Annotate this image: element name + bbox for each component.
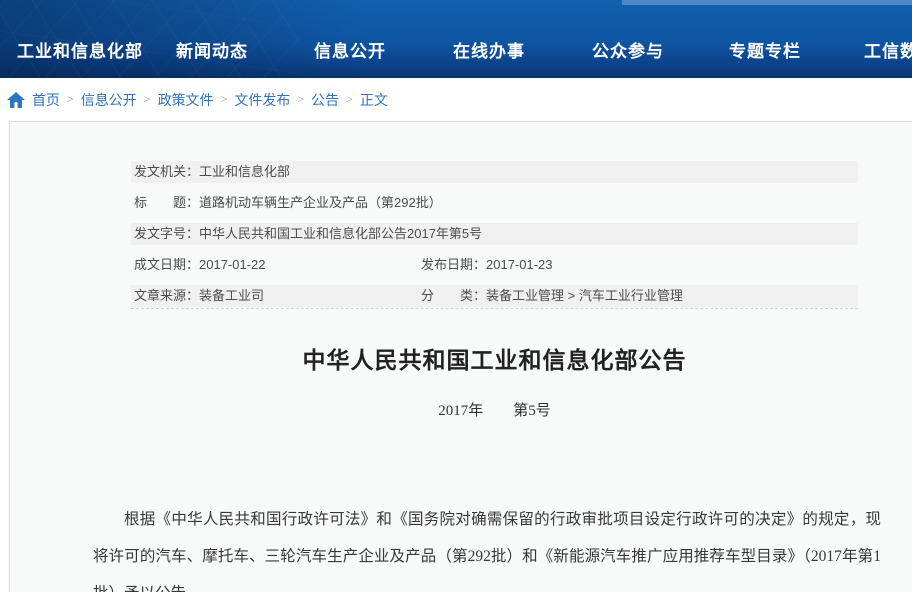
nav-item-online-services[interactable]: 在线办事 [453, 40, 525, 64]
nav-item-public-participation[interactable]: 公众参与 [592, 40, 664, 64]
document-meta-table: 发文机关：工业和信息化部 标 题：道路机动车辆生产企业及产品（第292批） 发文… [131, 161, 858, 316]
breadcrumb-item-announcements[interactable]: 公告 [311, 90, 339, 110]
meta-label: 发文机关： [134, 164, 199, 179]
breadcrumb-item-document-release[interactable]: 文件发布 [234, 90, 290, 110]
meta-label: 文章来源： [134, 288, 199, 303]
breadcrumb-item-policy-documents[interactable]: 政策文件 [158, 90, 214, 110]
breadcrumb-separator: > [144, 92, 151, 107]
page: 工业和信息化部 新闻动态 信息公开 在线办事 公众参与 专题专栏 工信数据 首页… [0, 0, 912, 592]
meta-row-source-category: 文章来源：装备工业司 分 类：装备工业管理 > 汽车工业行业管理 [131, 285, 858, 307]
document-issue-number: 2017年 第5号 [71, 399, 912, 420]
meta-value: 工业和信息化部 [199, 164, 290, 179]
breadcrumb-item-info-disclosure[interactable]: 信息公开 [81, 90, 137, 110]
meta-cell-publish-date: 发布日期：2017-01-23 [421, 254, 553, 276]
breadcrumb-home[interactable]: 首页 [32, 90, 60, 110]
meta-value: 装备工业司 [199, 288, 264, 303]
dotted-divider [131, 308, 858, 309]
breadcrumb-separator: > [297, 92, 304, 107]
document-title: 中华人民共和国工业和信息化部公告 [71, 341, 912, 375]
breadcrumb-separator: > [67, 92, 74, 107]
meta-row-dates: 成文日期：2017-01-22 发布日期：2017-01-23 [131, 254, 858, 276]
meta-row-title: 标 题：道路机动车辆生产企业及产品（第292批） [131, 192, 858, 214]
meta-label: 发布日期： [421, 257, 486, 272]
meta-row-issuing-agency: 发文机关：工业和信息化部 [131, 161, 858, 183]
breadcrumb: 首页 > 信息公开 > 政策文件 > 文件发布 > 公告 > 正文 [0, 78, 912, 121]
nav-item-info-disclosure[interactable]: 信息公开 [314, 40, 386, 64]
meta-label: 分 类： [421, 288, 486, 303]
meta-label: 成文日期： [134, 257, 199, 272]
nav-item-special-topics[interactable]: 专题专栏 [729, 40, 801, 64]
meta-row-document-number: 发文字号：中华人民共和国工业和信息化部公告2017年第5号 [131, 223, 858, 245]
nav-item-miit-data[interactable]: 工信数据 [864, 40, 912, 64]
meta-value: 2017-01-22 [199, 257, 266, 272]
meta-value: 2017-01-23 [486, 257, 553, 272]
content-panel: 发文机关：工业和信息化部 标 题：道路机动车辆生产企业及产品（第292批） 发文… [9, 121, 912, 592]
meta-label: 标 题： [134, 195, 199, 210]
meta-value: 道路机动车辆生产企业及产品（第292批） [199, 195, 442, 210]
banner-top-strip [622, 0, 912, 5]
meta-value: 中华人民共和国工业和信息化部公告2017年第5号 [199, 226, 482, 241]
breadcrumb-separator: > [346, 92, 353, 107]
meta-cell-category: 分 类：装备工业管理 > 汽车工业行业管理 [421, 285, 683, 307]
document-body-paragraph: 根据《中华人民共和国行政许可法》和《国务院对确需保留的行政审批项目设定行政许可的… [93, 501, 881, 592]
meta-label: 发文字号： [134, 226, 199, 241]
breadcrumb-separator: > [221, 92, 228, 107]
meta-value: 装备工业管理 > 汽车工业行业管理 [486, 288, 683, 303]
top-banner: 工业和信息化部 新闻动态 信息公开 在线办事 公众参与 专题专栏 工信数据 [0, 0, 912, 78]
nav-item-news[interactable]: 新闻动态 [176, 40, 248, 64]
nav-item-ministry[interactable]: 工业和信息化部 [17, 40, 143, 64]
home-icon[interactable] [7, 92, 25, 108]
breadcrumb-current-page: 正文 [360, 90, 388, 110]
banner-mesh-pattern [0, 0, 300, 78]
